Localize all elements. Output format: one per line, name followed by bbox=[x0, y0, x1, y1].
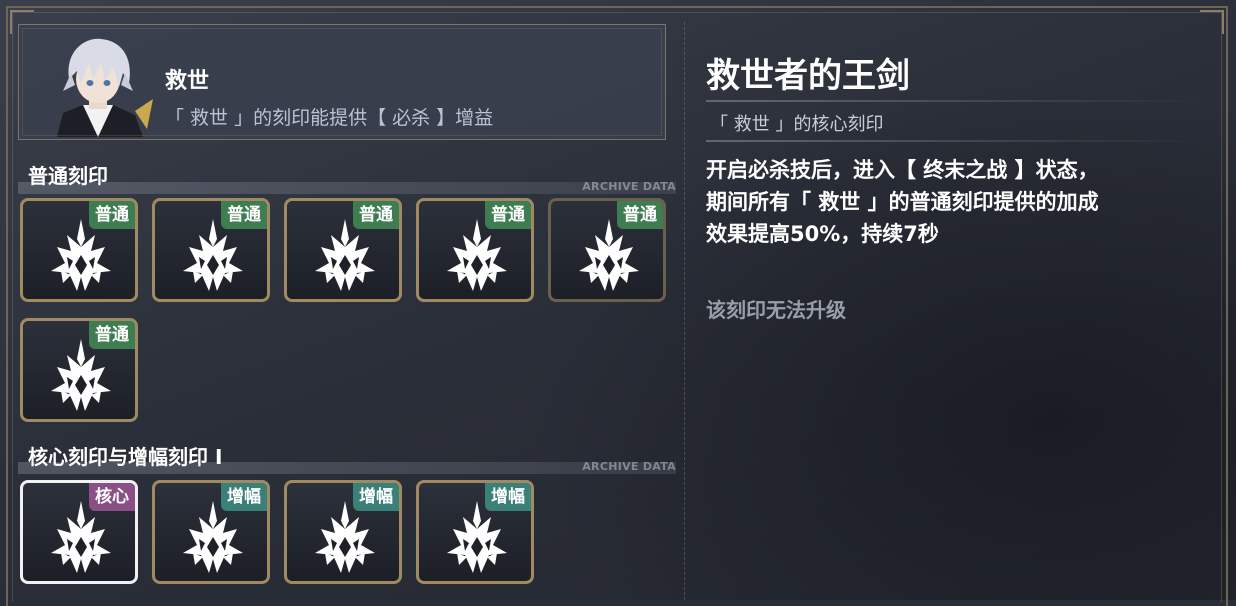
normal-imprint-slot[interactable]: 普通 bbox=[548, 198, 666, 302]
archive-data-label: ARCHIVE DATA bbox=[582, 460, 676, 473]
normal-imprint-slot[interactable]: 普通 bbox=[416, 198, 534, 302]
amp-imprint-slot[interactable]: 增幅 bbox=[152, 480, 270, 584]
archive-data-label: ARCHIVE DATA bbox=[582, 180, 676, 193]
normal-imprint-slot[interactable]: 普通 bbox=[20, 318, 138, 422]
detail-divider bbox=[706, 100, 1206, 102]
normal-imprint-slot[interactable]: 普通 bbox=[152, 198, 270, 302]
normal-imprint-badge: 普通 bbox=[89, 201, 135, 229]
amp-imprint-badge: 增幅 bbox=[221, 483, 267, 511]
panel-divider bbox=[684, 22, 685, 600]
character-card: 救世 「 救世 」的刻印能提供【 必杀 】增益 bbox=[18, 24, 666, 140]
core-imprint-badge: 核心 bbox=[89, 483, 135, 511]
core-imprint-slot[interactable]: 核心 bbox=[20, 480, 138, 584]
upgrade-note: 该刻印无法升级 bbox=[706, 298, 846, 322]
normal-imprint-badge: 普通 bbox=[89, 321, 135, 349]
amp-imprint-badge: 增幅 bbox=[485, 483, 531, 511]
section-bar: ARCHIVE DATA bbox=[18, 180, 676, 194]
detail-description-line: 效果提高50%，持续7秒 bbox=[706, 222, 939, 246]
detail-description-line: 开启必杀技后，进入【 终末之战 】状态， bbox=[706, 158, 1099, 182]
normal-imprint-slot[interactable]: 普通 bbox=[20, 198, 138, 302]
amp-imprint-slot[interactable]: 增幅 bbox=[284, 480, 402, 584]
detail-description-line: 期间所有「 救世 」的普通刻印提供的加成 bbox=[706, 190, 1099, 214]
section-title-normal: 普通刻印 bbox=[28, 164, 108, 188]
character-description: 「 救世 」的刻印能提供【 必杀 】增益 bbox=[165, 107, 494, 129]
detail-divider bbox=[706, 140, 1206, 142]
section-title-core: 核心刻印与增幅刻印 I bbox=[28, 445, 223, 469]
amp-imprint-slot[interactable]: 增幅 bbox=[416, 480, 534, 584]
normal-imprint-badge: 普通 bbox=[485, 201, 531, 229]
character-portrait bbox=[39, 33, 157, 137]
detail-subtitle: 「 救世 」的核心刻印 bbox=[710, 114, 884, 135]
detail-title: 救世者的王剑 bbox=[706, 56, 910, 96]
normal-imprint-badge: 普通 bbox=[617, 201, 663, 229]
normal-imprint-slot[interactable]: 普通 bbox=[284, 198, 402, 302]
normal-imprint-badge: 普通 bbox=[353, 201, 399, 229]
normal-imprint-badge: 普通 bbox=[221, 201, 267, 229]
character-name: 救世 bbox=[165, 69, 210, 94]
amp-imprint-badge: 增幅 bbox=[353, 483, 399, 511]
